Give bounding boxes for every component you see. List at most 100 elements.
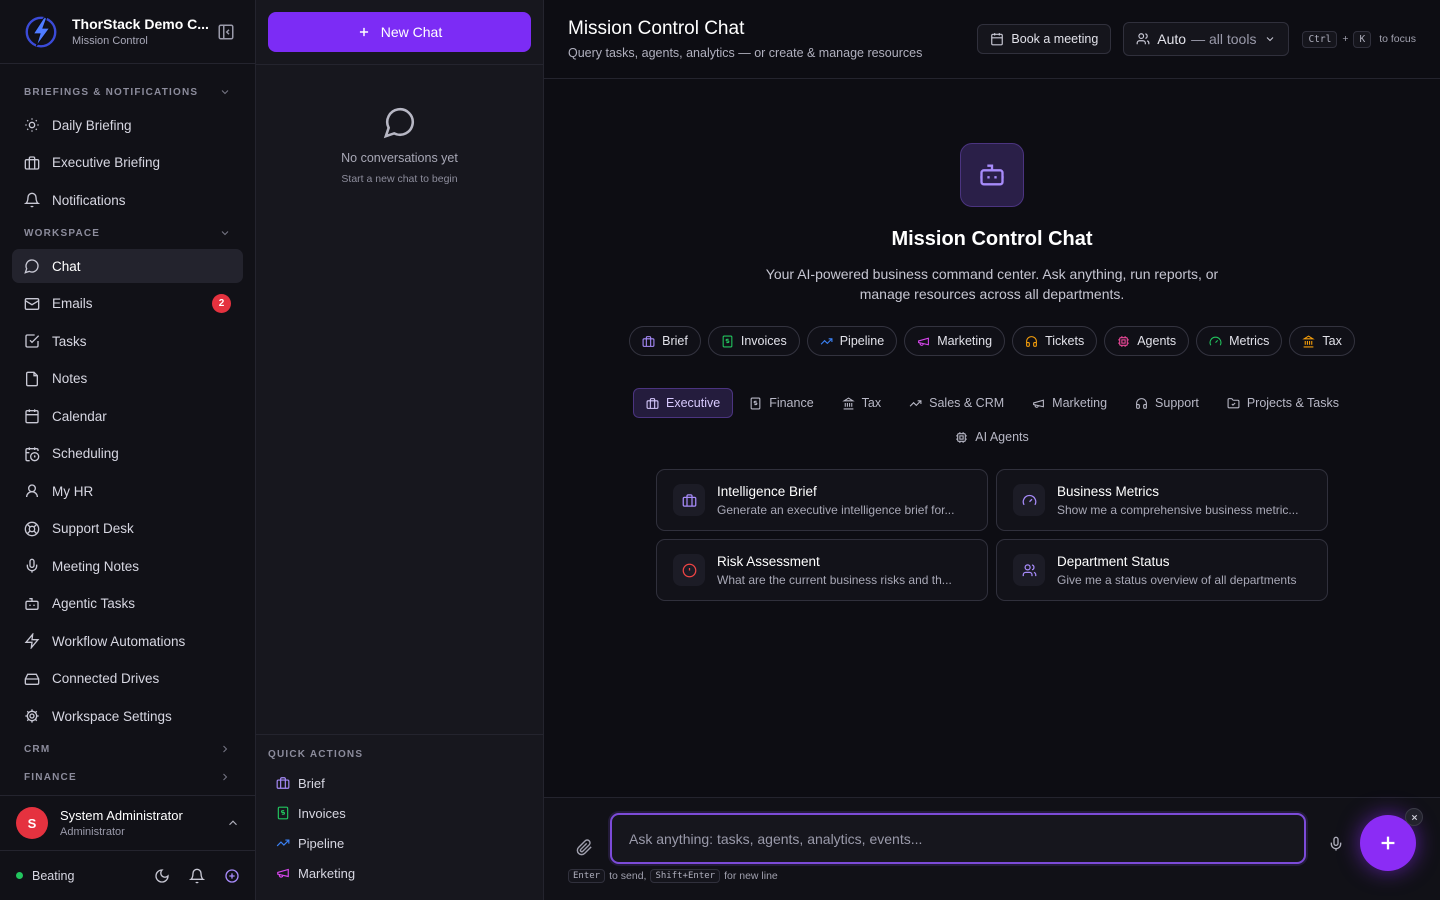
chip-metrics[interactable]: Metrics bbox=[1196, 326, 1283, 356]
chip-tickets[interactable]: Tickets bbox=[1012, 326, 1098, 356]
card-title: Business Metrics bbox=[1057, 483, 1160, 499]
fab-dismiss-button[interactable] bbox=[1405, 808, 1423, 826]
chip-brief[interactable]: Brief bbox=[629, 326, 701, 356]
new-chat-wrap: New Chat bbox=[256, 0, 543, 65]
card-description: Generate an executive intelligence brief… bbox=[717, 502, 955, 517]
sidebar-item-daily-briefing[interactable]: Daily Briefing bbox=[12, 108, 243, 142]
bolt-icon bbox=[24, 633, 40, 649]
chip-tax[interactable]: Tax bbox=[1289, 326, 1355, 356]
sidebar: ThorStack Demo C... Mission Control BRIE… bbox=[0, 0, 256, 900]
robot-icon bbox=[980, 164, 1004, 186]
tab-sales-crm[interactable]: Sales & CRM bbox=[897, 388, 1016, 418]
user-icon bbox=[26, 484, 38, 498]
card-description: Show me a comprehensive business metric.… bbox=[1057, 502, 1299, 517]
close-icon bbox=[1411, 814, 1417, 820]
sidebar-item-agentic-tasks[interactable]: Agentic Tasks bbox=[12, 587, 243, 621]
headset-icon bbox=[1026, 335, 1037, 347]
paperclip-icon[interactable] bbox=[576, 839, 593, 856]
quick-action-invoices[interactable]: Invoices bbox=[268, 798, 532, 828]
sidebar-item-emails[interactable]: Emails 2 bbox=[12, 287, 243, 321]
chip-marketing[interactable]: Marketing bbox=[904, 326, 1006, 356]
tool-mode-select[interactable]: Auto — all tools bbox=[1123, 22, 1290, 56]
quick-action-marketing[interactable]: Marketing bbox=[268, 858, 532, 888]
quick-action-pipeline[interactable]: Pipeline bbox=[268, 828, 532, 858]
send-hint-text: to send, bbox=[609, 870, 647, 882]
sidebar-item-notifications[interactable]: Notifications bbox=[12, 183, 243, 217]
sidebar-item-tasks[interactable]: Tasks bbox=[12, 324, 243, 358]
mic-icon[interactable] bbox=[1328, 836, 1344, 852]
sidebar-item-my-hr[interactable]: My HR bbox=[12, 474, 243, 508]
chip-agents[interactable]: Agents bbox=[1104, 326, 1190, 356]
brand-title: ThorStack Demo C... bbox=[72, 16, 209, 32]
tab-projects-tasks[interactable]: Projects & Tasks bbox=[1215, 388, 1351, 418]
hero-title: Mission Control Chat bbox=[891, 228, 1093, 250]
chip-pipeline[interactable]: Pipeline bbox=[806, 326, 898, 356]
bell-icon[interactable] bbox=[189, 868, 205, 884]
sidebar-item-label: Notifications bbox=[52, 192, 126, 208]
tab-ai-agents[interactable]: AI Agents bbox=[943, 422, 1041, 452]
kbd-k: K bbox=[1353, 30, 1372, 48]
sidebar-item-label: Meeting Notes bbox=[52, 558, 140, 574]
tab-executive[interactable]: Executive bbox=[632, 388, 734, 418]
gauge-icon bbox=[1022, 494, 1036, 505]
tab-label: Executive bbox=[665, 396, 721, 410]
chat-input[interactable] bbox=[612, 815, 1304, 862]
bell-icon bbox=[24, 192, 40, 208]
chip-invoices[interactable]: Invoices bbox=[707, 326, 800, 356]
moon-icon[interactable] bbox=[154, 868, 170, 884]
section-workspace[interactable]: WORKSPACE bbox=[12, 221, 243, 245]
book-meeting-button[interactable]: Book a meeting bbox=[977, 24, 1112, 54]
section-briefings[interactable]: BRIEFINGS & NOTIFICATIONS bbox=[12, 80, 243, 104]
briefcase-icon bbox=[276, 777, 290, 789]
gauge-icon bbox=[1209, 336, 1222, 346]
chip-label: Metrics bbox=[1229, 334, 1270, 348]
invoice-icon bbox=[277, 806, 289, 820]
prompt-card-department-status[interactable]: Department Status Give me a status overv… bbox=[996, 539, 1328, 601]
new-chat-button[interactable]: New Chat bbox=[268, 12, 531, 52]
megaphone-icon bbox=[918, 337, 930, 346]
prompt-card-intelligence-brief[interactable]: Intelligence Brief Generate an executive… bbox=[656, 469, 988, 531]
tab-finance[interactable]: Finance bbox=[737, 388, 825, 418]
prompt-card-risk-assessment[interactable]: Risk Assessment What are the current bus… bbox=[656, 539, 988, 601]
sidebar-item-connected-drives[interactable]: Connected Drives bbox=[12, 662, 243, 696]
sidebar-item-notes[interactable]: Notes bbox=[12, 362, 243, 396]
brand-subtitle: Mission Control bbox=[72, 35, 148, 47]
sidebar-item-workflow-automations[interactable]: Workflow Automations bbox=[12, 624, 243, 658]
section-finance[interactable]: FINANCE bbox=[12, 765, 243, 789]
users-icon bbox=[1136, 33, 1150, 45]
conversation-panel: New Chat No conversations yet Start a ne… bbox=[256, 0, 544, 900]
status-label: Beating bbox=[32, 868, 75, 883]
main-header: Mission Control Chat Query tasks, agents… bbox=[544, 0, 1440, 79]
chevron-up-icon bbox=[229, 820, 237, 826]
sidebar-item-meeting-notes[interactable]: Meeting Notes bbox=[12, 549, 243, 583]
sidebar-item-support-desk[interactable]: Support Desk bbox=[12, 512, 243, 546]
tab-label: Projects & Tasks bbox=[1246, 396, 1339, 410]
category-tabs-row2: AI Agents bbox=[544, 422, 1440, 452]
plus-circle-icon[interactable] bbox=[224, 868, 240, 884]
section-crm[interactable]: CRM bbox=[12, 737, 243, 761]
sidebar-item-label: Executive Briefing bbox=[52, 155, 161, 170]
chevron-right-icon bbox=[223, 745, 228, 753]
user-menu[interactable]: S System Administrator Administrator bbox=[0, 795, 256, 851]
card-title: Department Status bbox=[1057, 553, 1170, 569]
sidebar-item-label: Workflow Automations bbox=[52, 633, 186, 649]
tab-label: AI Agents bbox=[975, 430, 1029, 444]
shortcut-hint: Ctrl + K to focus bbox=[1302, 30, 1416, 48]
section-label: BRIEFINGS & NOTIFICATIONS bbox=[24, 86, 199, 98]
sidebar-item-calendar[interactable]: Calendar bbox=[12, 399, 243, 433]
tab-support[interactable]: Support bbox=[1123, 388, 1211, 418]
sun-icon bbox=[25, 118, 39, 132]
bot-avatar bbox=[960, 143, 1024, 207]
quick-action-brief[interactable]: Brief bbox=[268, 768, 532, 798]
tab-marketing[interactable]: Marketing bbox=[1020, 388, 1119, 418]
sidebar-collapse-icon[interactable] bbox=[217, 23, 235, 41]
sidebar-item-executive-briefing[interactable]: Executive Briefing bbox=[12, 146, 243, 180]
sidebar-item-scheduling[interactable]: Scheduling bbox=[12, 437, 243, 471]
sidebar-item-chat[interactable]: Chat bbox=[12, 249, 243, 283]
prompt-card-business-metrics[interactable]: Business Metrics Show me a comprehensive… bbox=[996, 469, 1328, 531]
tab-label: Sales & CRM bbox=[929, 396, 1005, 410]
sidebar-item-workspace-settings[interactable]: Workspace Settings bbox=[12, 699, 243, 733]
chevron-down-icon bbox=[221, 231, 229, 236]
sidebar-item-label: Scheduling bbox=[52, 446, 119, 461]
tab-tax[interactable]: Tax bbox=[830, 388, 893, 418]
